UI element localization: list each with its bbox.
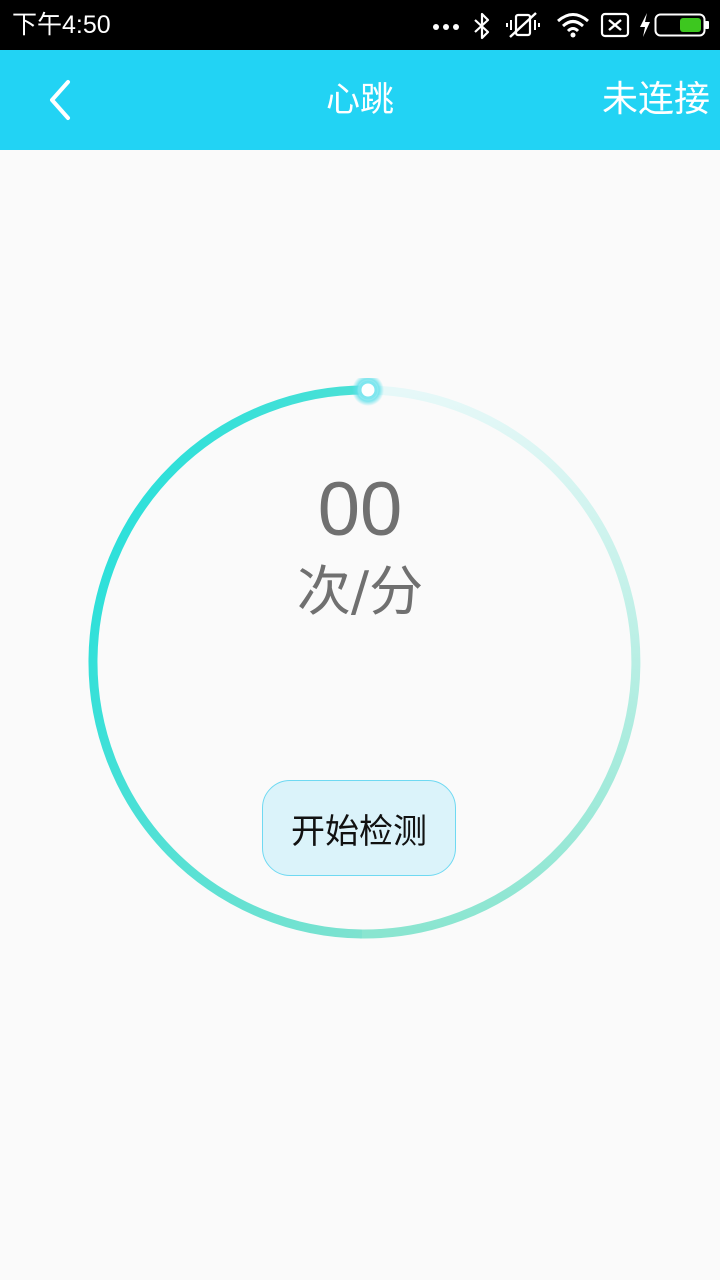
no-sim-icon: [600, 12, 630, 38]
heart-rate-unit: 次/分: [296, 560, 424, 623]
connection-status-button[interactable]: 未连接: [602, 78, 710, 122]
status-time: 下午4:50: [12, 11, 111, 39]
charging-icon: [640, 13, 650, 37]
start-detection-button[interactable]: 开始检测: [262, 780, 456, 876]
wifi-icon: [557, 13, 589, 38]
more-dots-icon: [433, 24, 459, 30]
status-bar: 下午4:50: [0, 0, 720, 50]
vibrate-off-icon: [506, 12, 540, 38]
heart-rate-value: 00: [317, 467, 403, 552]
battery-icon: [654, 13, 709, 37]
app-bar: 心跳 未连接: [0, 50, 720, 150]
bluetooth-icon: [474, 12, 490, 40]
